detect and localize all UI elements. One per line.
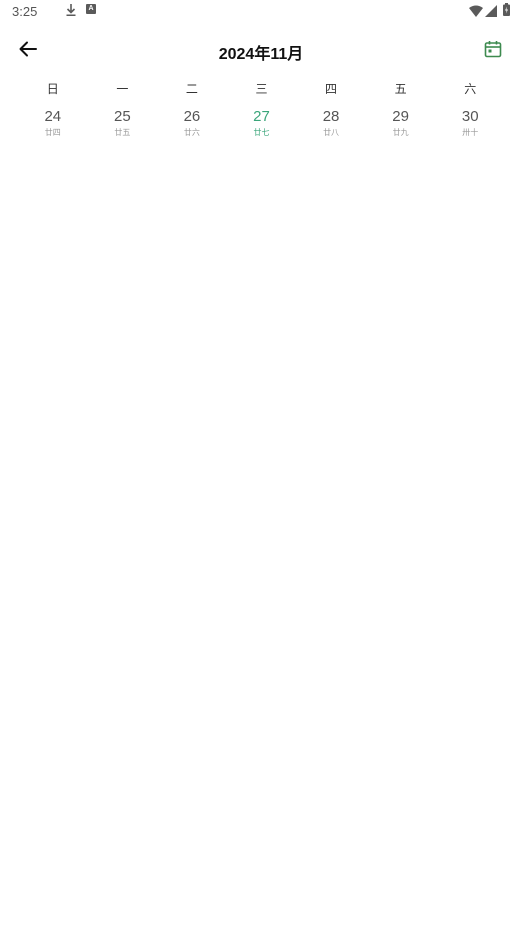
app-header: 2024年11月 bbox=[0, 30, 522, 72]
signal-icon bbox=[485, 4, 497, 17]
weekday-label-mon: 一 bbox=[116, 82, 129, 96]
day-number: 29 bbox=[392, 108, 409, 125]
day-cell[interactable]: 26 廿六 bbox=[157, 107, 227, 143]
calendar-icon bbox=[484, 40, 502, 63]
day-lunar-date: 廿四 bbox=[44, 128, 61, 137]
weekday-label-sun: 日 bbox=[46, 82, 59, 96]
day-number: 25 bbox=[114, 108, 131, 125]
a-badge-icon: A bbox=[86, 4, 96, 14]
wifi-icon bbox=[469, 4, 483, 17]
weekday-label-fri: 五 bbox=[394, 82, 407, 96]
status-time: 3:25 bbox=[12, 4, 38, 19]
weekday-label-tue: 二 bbox=[185, 82, 198, 96]
day-lunar-date: 廿八 bbox=[323, 128, 340, 137]
day-lunar-date: 廿九 bbox=[392, 128, 409, 137]
day-number: 28 bbox=[322, 108, 340, 125]
day-cell[interactable]: 25 廿五 bbox=[88, 107, 158, 143]
day-cell[interactable]: 29 廿九 bbox=[366, 107, 436, 143]
day-cell-today[interactable]: 27 廿七 bbox=[227, 107, 297, 143]
day-cell[interactable]: 24 廿四 bbox=[18, 107, 88, 143]
day-number: 27 bbox=[253, 108, 270, 125]
download-icon bbox=[64, 3, 78, 17]
screen: 3:25 A 2024年11月 日 一 二 三 四 五 六 24 廿四 25 廿… bbox=[0, 0, 522, 928]
day-number: 30 bbox=[461, 108, 479, 125]
day-lunar-date: 廿五 bbox=[114, 128, 131, 137]
calendar-button[interactable] bbox=[480, 38, 506, 64]
battery-icon bbox=[503, 3, 510, 16]
page-title: 2024年11月 bbox=[218, 46, 304, 63]
weekday-label-sat: 六 bbox=[464, 82, 477, 96]
days-row: 24 廿四 25 廿五 26 廿六 27 廿七 28 廿八 29 廿九 30 卅… bbox=[18, 107, 505, 143]
day-lunar-date: 廿六 bbox=[183, 128, 200, 137]
day-cell[interactable]: 30 卅十 bbox=[435, 107, 505, 143]
weekday-row: 日 一 二 三 四 五 六 bbox=[18, 80, 505, 98]
day-number: 24 bbox=[44, 108, 62, 125]
day-number: 26 bbox=[183, 108, 201, 125]
status-bar: 3:25 A bbox=[0, 0, 522, 22]
weekday-label-wed: 三 bbox=[255, 82, 268, 96]
day-lunar-date: 廿七 bbox=[253, 128, 270, 137]
day-lunar-date: 卅十 bbox=[462, 128, 479, 137]
weekday-label-thu: 四 bbox=[325, 82, 338, 96]
day-cell[interactable]: 28 廿八 bbox=[296, 107, 366, 143]
